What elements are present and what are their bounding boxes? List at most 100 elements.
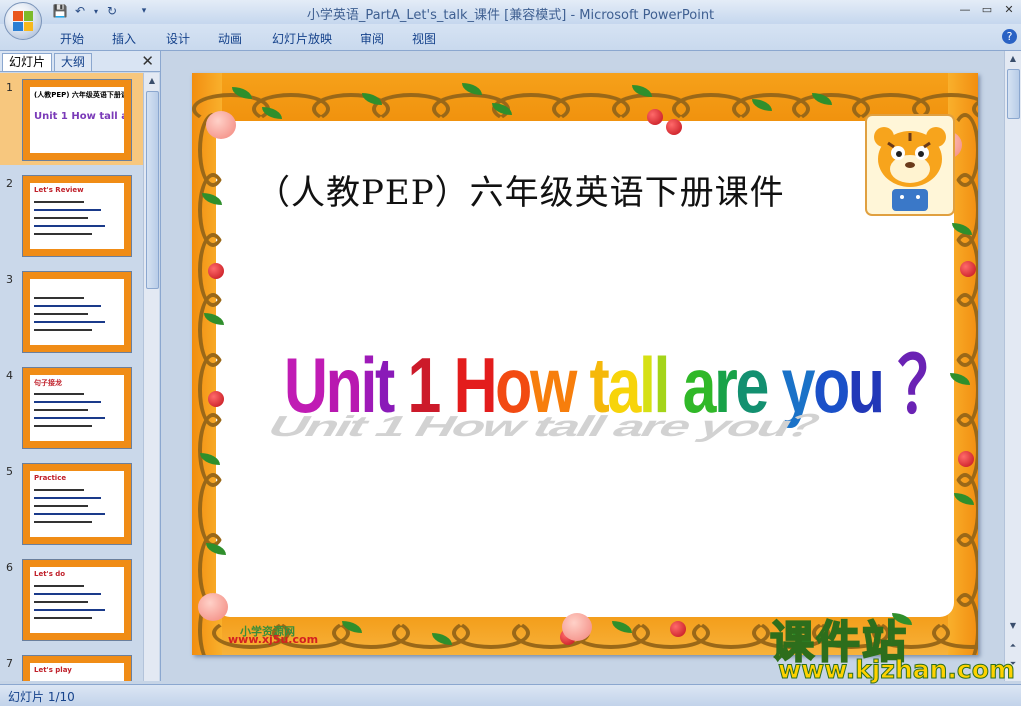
thumbnail-text-line <box>34 497 101 499</box>
thumbnail-text-line <box>34 329 92 331</box>
thumbnail-title: Let's Review <box>34 186 84 194</box>
thumbnail-text-line <box>34 393 84 395</box>
thumbnail-text-line <box>34 417 105 419</box>
office-logo-icon <box>13 11 33 31</box>
thumbnail-text-line <box>34 593 101 595</box>
slide-number: 7 <box>6 657 13 670</box>
thumbnail-text-line <box>34 209 101 211</box>
thumbnail-title: Practice <box>34 474 67 482</box>
slide-thumbnail-row[interactable]: 2 Let's Review <box>0 169 143 261</box>
thumbnail-text-line <box>34 617 92 619</box>
thumbnail-text-line <box>34 521 92 523</box>
tab-insert[interactable]: 插入 <box>112 30 136 47</box>
thumbnail-content: Practice <box>30 471 124 537</box>
slide-thumbnail-row[interactable]: 3 <box>0 265 143 357</box>
slide-thumbnail-row[interactable]: 5 Practice <box>0 457 143 549</box>
thumbnail-text-line <box>34 313 88 315</box>
slide-counter: 幻灯片 1/10 <box>8 690 75 704</box>
thumbnail-text-line <box>34 297 84 299</box>
restore-button[interactable]: ▭ <box>976 2 998 18</box>
peach-icon <box>198 593 228 621</box>
office-button[interactable] <box>4 2 42 40</box>
slide-number: 3 <box>6 273 13 286</box>
thumbnail-content: Let's Review <box>30 183 124 249</box>
thumbnail-text-line <box>34 601 88 603</box>
tab-view[interactable]: 视图 <box>412 30 436 47</box>
tab-outline[interactable]: 大纲 <box>54 53 93 71</box>
vine-right <box>950 593 978 655</box>
cherry-icon <box>666 119 682 135</box>
cherry-icon <box>960 261 976 277</box>
slide-thumbnail-row[interactable]: 6 Let's do <box>0 553 143 645</box>
thumbnail-title: Let's do <box>34 570 66 578</box>
thumbnail-content: Let's do <box>30 567 124 633</box>
thumbnail-title: (人教PEP) 六年级英语下册课件 <box>34 91 124 99</box>
cherry-icon <box>647 109 663 125</box>
tab-home[interactable]: 开始 <box>60 30 84 47</box>
previous-slide-icon[interactable]: ⏶ <box>1007 641 1019 653</box>
scroll-thumb[interactable] <box>146 91 159 289</box>
slides-pane: 幻灯片 大纲 ✕ 1 (人教PEP) 六年级英语下册课件 Unit 1 How ta… <box>0 51 161 681</box>
thumbnail-text-line <box>34 305 101 307</box>
scroll-up-icon[interactable]: ▲ <box>146 76 158 88</box>
slide-number: 6 <box>6 561 13 574</box>
title-letter: u <box>847 341 885 429</box>
slide-thumbnail[interactable]: Let's play <box>22 655 132 681</box>
slide-thumbnail-row[interactable]: 1 (人教PEP) 六年级英语下册课件 Unit 1 How tall are yo… <box>0 73 143 165</box>
tab-review[interactable]: 审阅 <box>360 30 384 47</box>
kjzhan-watermark-url: www.kjzhan.com <box>778 655 1016 685</box>
cherry-icon <box>670 621 686 637</box>
slide-thumbnail[interactable]: Practice <box>22 463 132 545</box>
thumbnail-content: (人教PEP) 六年级英语下册课件 Unit 1 How tall are you… <box>30 87 124 153</box>
title-letter: ？ <box>897 341 958 429</box>
slide-thumbnail-row[interactable]: 7 Let's play <box>0 649 143 681</box>
minimize-button[interactable]: — <box>954 2 976 18</box>
title-letter <box>883 341 898 429</box>
thumbnail-content <box>30 279 124 345</box>
slide-thumbnail[interactable]: Let's Review <box>22 175 132 257</box>
cherry-icon <box>208 391 224 407</box>
tab-slides[interactable]: 幻灯片 <box>2 53 53 71</box>
cherry-icon <box>958 451 974 467</box>
close-button[interactable]: ✕ <box>998 2 1020 18</box>
slide-scrollbar[interactable]: ▲ ▼ ⏶ ⏷ <box>1004 51 1021 681</box>
thumbnail-text-line <box>34 425 92 427</box>
peach-icon <box>206 111 236 139</box>
thumbnail-content: Let's play <box>30 663 124 681</box>
help-icon[interactable]: ? <box>1002 29 1017 44</box>
ribbon-tabs: 开始 插入 设计 动画 幻灯片放映 审阅 视图 ? <box>0 24 1021 51</box>
slide-number: 1 <box>6 81 13 94</box>
tab-animations[interactable]: 动画 <box>218 30 242 47</box>
pane-tabs: 幻灯片 大纲 ✕ <box>0 51 160 72</box>
scroll-thumb[interactable] <box>1007 69 1020 119</box>
thumbnail-title: 句子接龙 <box>34 379 62 387</box>
thumbnail-text-line <box>34 217 88 219</box>
thumbnail-text-line <box>34 505 88 507</box>
slide-number: 2 <box>6 177 13 190</box>
thumbnail-list: 1 (人教PEP) 六年级英语下册课件 Unit 1 How tall are yo… <box>0 73 143 681</box>
slide-unit-title-shadow: Unit 1 How tall are you？ <box>260 409 850 443</box>
thumbnail-body: Unit 1 How tall are you ? <box>34 111 124 122</box>
slide-thumbnail-row[interactable]: 4 句子接龙 <box>0 361 143 453</box>
close-icon[interactable]: ✕ <box>141 52 154 70</box>
thumbnail-text-line <box>34 401 101 403</box>
scroll-down-icon[interactable]: ▼ <box>1007 621 1019 633</box>
slide-thumbnail[interactable]: Let's do <box>22 559 132 641</box>
slide-editor: （人教PEP）六年级英语下册课件 Unit 1 How tall are you… <box>162 51 1004 681</box>
tab-design[interactable]: 设计 <box>166 30 190 47</box>
slide-number: 5 <box>6 465 13 478</box>
thumbnail-text-line <box>34 409 88 411</box>
thumbnail-scrollbar[interactable]: ▲ <box>143 73 159 681</box>
slide-subtitle[interactable]: （人教PEP）六年级英语下册课件 <box>256 165 785 214</box>
slide-thumbnail[interactable]: (人教PEP) 六年级英语下册课件 Unit 1 How tall are you… <box>22 79 132 161</box>
title-bar: 💾 ↶ ▾ ↻ ▾ 小学英语_PartA_Let's_talk_课件 [兼容模式… <box>0 0 1021 40</box>
slide-thumbnail[interactable]: 句子接龙 <box>22 367 132 449</box>
thumbnail-content: 句子接龙 <box>30 375 124 441</box>
slide-canvas[interactable]: （人教PEP）六年级英语下册课件 Unit 1 How tall are you… <box>192 73 978 655</box>
tab-slideshow[interactable]: 幻灯片放映 <box>272 30 332 47</box>
slide-number: 4 <box>6 369 13 382</box>
scroll-up-icon[interactable]: ▲ <box>1007 54 1019 66</box>
thumbnail-text-line <box>34 609 105 611</box>
cherry-icon <box>208 263 224 279</box>
slide-thumbnail[interactable] <box>22 271 132 353</box>
